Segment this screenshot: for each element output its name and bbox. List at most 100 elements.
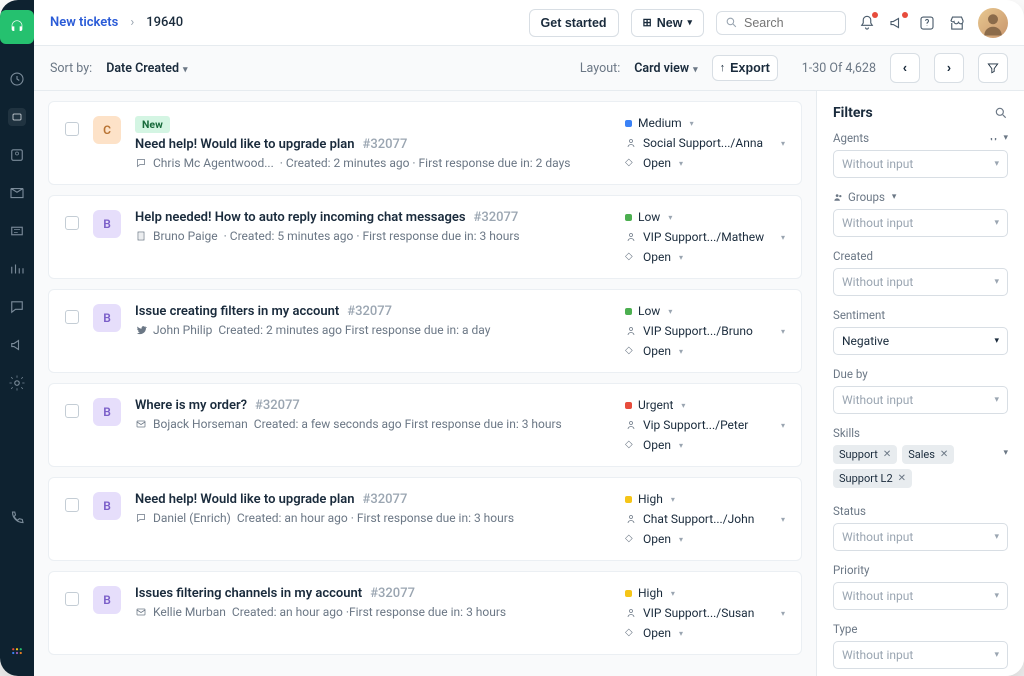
filters-panel: Filters Agents▾ Without input▾ Groups▾ W…	[816, 91, 1024, 676]
nav-forums-icon[interactable]	[8, 222, 26, 240]
search-icon	[725, 16, 738, 29]
layout-dropdown[interactable]: Card view	[634, 61, 697, 76]
filter-sentiment-select[interactable]: Negative▾	[833, 327, 1008, 355]
ticket-author: Daniel (Enrich)	[153, 511, 231, 525]
chip-remove-icon[interactable]: ✕	[940, 449, 948, 460]
ticket-meta: · Created: 5 minutes ago · First respons…	[224, 229, 520, 243]
ticket-avatar: B	[93, 398, 121, 426]
megaphone-icon[interactable]	[888, 14, 906, 32]
nav-solutions-icon[interactable]	[8, 184, 26, 202]
ticket-list: C New Need help! Would like to upgrade p…	[34, 91, 816, 676]
nav-phone-icon[interactable]	[8, 509, 26, 527]
nav-apps-icon[interactable]	[8, 644, 26, 662]
filter-type-select[interactable]: Without input▾	[833, 641, 1008, 669]
ticket-avatar: C	[93, 116, 121, 144]
new-badge: New	[135, 116, 170, 133]
ticket-title: Issues filtering channels in my account	[135, 586, 362, 601]
ticket-checkbox[interactable]	[65, 216, 79, 230]
search-box[interactable]	[716, 11, 846, 35]
ticket-checkbox[interactable]	[65, 122, 79, 136]
ticket-meta: Created: 2 minutes ago First response du…	[218, 323, 490, 337]
filter-agents-select[interactable]: Without input▾	[833, 150, 1008, 178]
breadcrumb-id: 19640	[146, 15, 183, 30]
nav-announce-icon[interactable]	[8, 336, 26, 354]
prev-page-button[interactable]: ‹	[890, 53, 920, 83]
search-icon[interactable]	[994, 106, 1008, 120]
ticket-id: #32077	[370, 586, 415, 601]
nav-contacts-icon[interactable]	[8, 146, 26, 164]
filter-skills-label: Skills	[833, 426, 1008, 440]
bell-icon[interactable]	[858, 14, 876, 32]
ticket-avatar: B	[93, 304, 121, 332]
channel-icon	[135, 606, 147, 618]
ticket-meta: Created: an hour ago · First response du…	[237, 511, 514, 525]
ticket-status[interactable]: ◇Open▾	[625, 438, 785, 452]
ticket-card[interactable]: B Issue creating filters in my account #…	[48, 289, 802, 373]
ticket-checkbox[interactable]	[65, 592, 79, 606]
filter-agents-label: Agents▾	[833, 131, 1008, 145]
ticket-status[interactable]: ◇Open▾	[625, 532, 785, 546]
export-button[interactable]: ↑Export	[712, 55, 778, 81]
nav-dashboard-icon[interactable]	[8, 70, 26, 88]
sort-dropdown[interactable]: Date Created	[106, 61, 187, 76]
ticket-group[interactable]: Vip Support.../Peter▾	[625, 418, 785, 432]
nav-tickets-icon[interactable]	[8, 108, 26, 126]
ticket-group[interactable]: VIP Support.../Mathew▾	[625, 230, 785, 244]
skill-chip[interactable]: Support✕	[833, 445, 897, 464]
ticket-group[interactable]: Social Support.../Anna▾	[625, 136, 785, 150]
ticket-priority[interactable]: Urgent▾	[625, 398, 785, 412]
filter-toggle-button[interactable]	[978, 53, 1008, 83]
ticket-priority[interactable]: High▾	[625, 586, 785, 600]
ticket-checkbox[interactable]	[65, 404, 79, 418]
ticket-card[interactable]: C New Need help! Would like to upgrade p…	[48, 101, 802, 185]
new-button[interactable]: ⊞New▾	[631, 9, 704, 37]
ticket-author: Bojack Horseman	[153, 417, 248, 431]
ticket-card[interactable]: B Need help! Would like to upgrade plan …	[48, 477, 802, 561]
ticket-priority[interactable]: Low▾	[625, 210, 785, 224]
ticket-card[interactable]: B Help needed! How to auto reply incomin…	[48, 195, 802, 279]
left-nav-sidebar	[0, 0, 34, 676]
ticket-status[interactable]: ◇Open▾	[625, 626, 785, 640]
ticket-id: #32077	[255, 398, 300, 413]
ticket-meta: Created: a few seconds ago First respons…	[254, 417, 562, 431]
breadcrumb-root[interactable]: New tickets	[50, 15, 118, 30]
filter-sentiment-label: Sentiment	[833, 308, 1008, 322]
ticket-checkbox[interactable]	[65, 310, 79, 324]
ticket-group[interactable]: VIP Support.../Susan▾	[625, 606, 785, 620]
ticket-title: Need help! Would like to upgrade plan	[135, 492, 355, 507]
ticket-priority[interactable]: Low▾	[625, 304, 785, 318]
ticket-author: Chris Mc Agentwood...	[153, 156, 274, 170]
filter-groups-label: Groups▾	[833, 190, 1008, 204]
ticket-status[interactable]: ◇Open▾	[625, 344, 785, 358]
marketplace-icon[interactable]	[948, 14, 966, 32]
ticket-checkbox[interactable]	[65, 498, 79, 512]
filter-groups-select[interactable]: Without input▾	[833, 209, 1008, 237]
user-avatar[interactable]	[978, 8, 1008, 38]
nav-chat-icon[interactable]	[8, 298, 26, 316]
skill-chip[interactable]: Sales✕	[902, 445, 954, 464]
filter-dueby-select[interactable]: Without input▾	[833, 386, 1008, 414]
next-page-button[interactable]: ›	[934, 53, 964, 83]
pagination-text: 1-30 Of 4,628	[802, 61, 876, 76]
ticket-priority[interactable]: Medium▾	[625, 116, 785, 130]
nav-settings-icon[interactable]	[8, 374, 26, 392]
filter-dueby-label: Due by	[833, 367, 1008, 381]
ticket-card[interactable]: B Issues filtering channels in my accoun…	[48, 571, 802, 655]
filter-status-select[interactable]: Without input▾	[833, 523, 1008, 551]
get-started-button[interactable]: Get started	[529, 9, 619, 37]
ticket-status[interactable]: ◇Open▾	[625, 156, 785, 170]
filter-created-select[interactable]: Without input▾	[833, 268, 1008, 296]
ticket-card[interactable]: B Where is my order? #32077 Bojack Horse…	[48, 383, 802, 467]
ticket-status[interactable]: ◇Open▾	[625, 250, 785, 264]
skill-chip[interactable]: Support L2✕	[833, 469, 912, 488]
chip-remove-icon[interactable]: ✕	[898, 473, 906, 484]
help-icon[interactable]	[918, 14, 936, 32]
ticket-priority[interactable]: High▾	[625, 492, 785, 506]
nav-analytics-icon[interactable]	[8, 260, 26, 278]
chip-remove-icon[interactable]: ✕	[883, 449, 891, 460]
app-logo[interactable]	[0, 10, 34, 44]
ticket-group[interactable]: Chat Support.../John▾	[625, 512, 785, 526]
search-input[interactable]	[744, 16, 834, 30]
ticket-group[interactable]: VIP Support.../Bruno▾	[625, 324, 785, 338]
filter-priority-select[interactable]: Without input▾	[833, 582, 1008, 610]
